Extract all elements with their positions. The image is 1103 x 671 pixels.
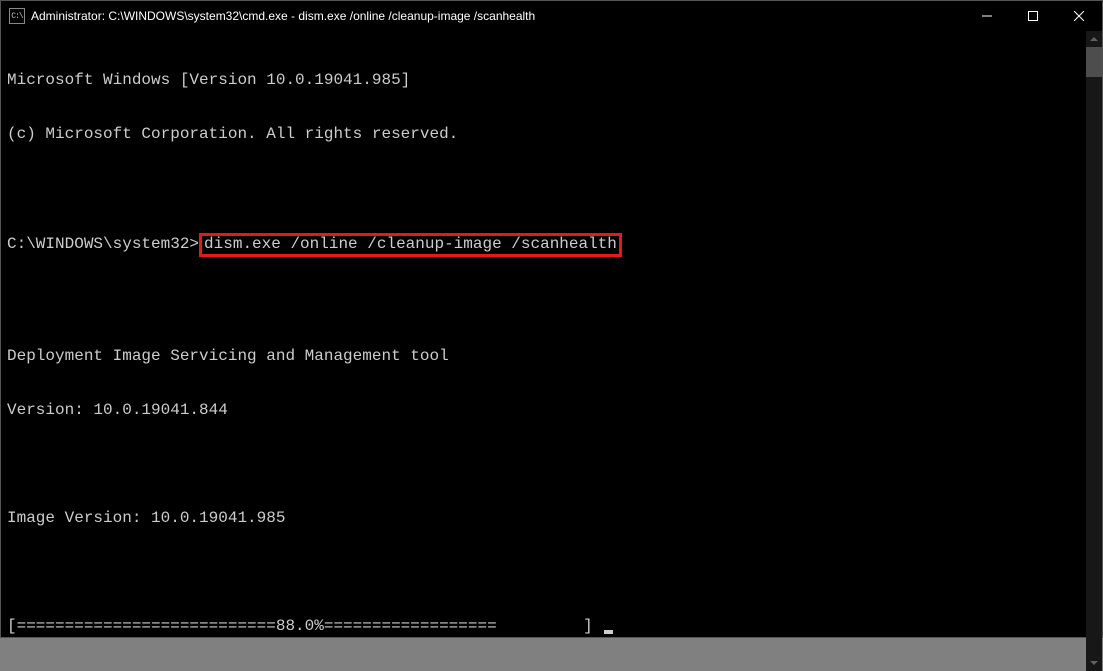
output-line: Microsoft Windows [Version 10.0.19041.98… <box>7 71 1080 89</box>
output-line: Version: 10.0.19041.844 <box>7 401 1080 419</box>
window-controls <box>964 1 1102 31</box>
output-blank <box>7 455 1080 473</box>
scrollbar-thumb[interactable] <box>1086 47 1102 77</box>
output-blank <box>7 293 1080 311</box>
text-cursor <box>604 630 613 634</box>
scroll-up-button[interactable] <box>1086 31 1102 47</box>
prompt-path: C:\WINDOWS\system32> <box>7 235 199 253</box>
chevron-down-icon <box>1090 661 1098 665</box>
terminal-content[interactable]: Microsoft Windows [Version 10.0.19041.98… <box>1 31 1086 671</box>
vertical-scrollbar[interactable] <box>1086 31 1102 671</box>
prompt-line: C:\WINDOWS\system32>dism.exe /online /cl… <box>7 233 1080 257</box>
progress-bar-text: [===========================88.0%=======… <box>7 617 602 635</box>
maximize-icon <box>1028 11 1038 21</box>
scroll-down-button[interactable] <box>1086 655 1102 671</box>
chevron-up-icon <box>1090 37 1098 41</box>
progress-line: [===========================88.0%=======… <box>7 617 1080 635</box>
close-icon <box>1074 11 1084 21</box>
cmd-icon: C:\ <box>9 8 25 24</box>
titlebar[interactable]: C:\ Administrator: C:\WINDOWS\system32\c… <box>1 1 1102 31</box>
maximize-button[interactable] <box>1010 1 1056 31</box>
output-blank <box>7 563 1080 581</box>
close-button[interactable] <box>1056 1 1102 31</box>
output-line: Deployment Image Servicing and Managemen… <box>7 347 1080 365</box>
minimize-button[interactable] <box>964 1 1010 31</box>
minimize-icon <box>982 11 992 21</box>
cmd-window: C:\ Administrator: C:\WINDOWS\system32\c… <box>0 0 1103 638</box>
terminal-body: Microsoft Windows [Version 10.0.19041.98… <box>1 31 1102 671</box>
output-blank <box>7 179 1080 197</box>
output-line: Image Version: 10.0.19041.985 <box>7 509 1080 527</box>
command-highlight: dism.exe /online /cleanup-image /scanhea… <box>199 233 622 257</box>
output-line: (c) Microsoft Corporation. All rights re… <box>7 125 1080 143</box>
window-title: Administrator: C:\WINDOWS\system32\cmd.e… <box>31 9 964 23</box>
